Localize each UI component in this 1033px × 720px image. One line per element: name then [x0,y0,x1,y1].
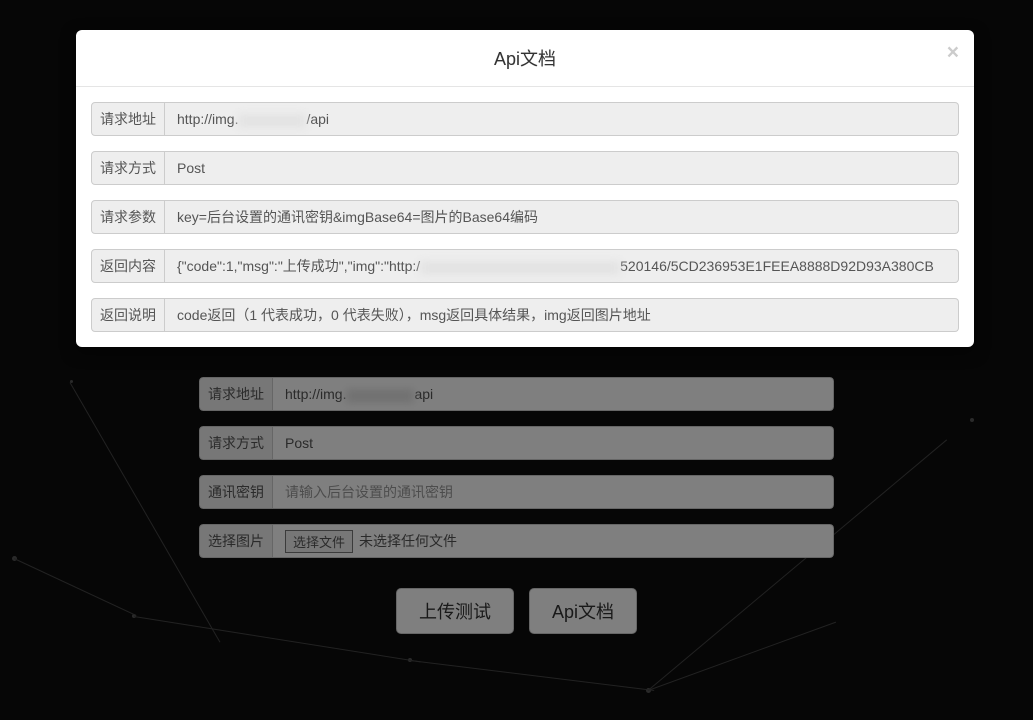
modal-field-request-params: key=后台设置的通讯密钥&imgBase64=图片的Base64编码 [165,200,959,234]
modal-label-request-params: 请求参数 [91,200,165,234]
modal-label-response-content: 返回内容 [91,249,165,283]
modal-row-request-url: 请求地址 http://img. /api [91,102,959,136]
modal-redacted-host [238,114,306,128]
modal-label-request-url: 请求地址 [91,102,165,136]
api-doc-modal: Api文档 × 请求地址 http://img. /api 请求方式 Post 请… [76,30,974,347]
modal-field-request-url: http://img. /api [165,102,959,136]
modal-row-request-method: 请求方式 Post [91,151,959,185]
modal-row-response-content: 返回内容 {"code":1,"msg":"上传成功","img":"http:… [91,249,959,283]
modal-field-response-desc: code返回（1 代表成功，0 代表失败），msg返回具体结果，img返回图片地… [165,298,959,332]
modal-url-part-3: /api [306,111,329,127]
modal-row-request-params: 请求参数 key=后台设置的通讯密钥&imgBase64=图片的Base64编码 [91,200,959,234]
modal-field-request-method: Post [165,151,959,185]
modal-field-response-content: {"code":1,"msg":"上传成功","img":"http:/ 5201… [165,249,959,283]
modal-title: Api文档 [91,45,959,71]
modal-url-part-1: http://img. [177,111,238,127]
resp-part-1: {"code":1,"msg":"上传成功","img":"http:/ [177,256,420,276]
resp-part-3: 520146/5CD236953E1FEEA8888D92D93A380CB [620,258,934,274]
modal-body: 请求地址 http://img. /api 请求方式 Post 请求参数 key=… [76,87,974,347]
modal-header: Api文档 × [76,30,974,87]
modal-row-response-desc: 返回说明 code返回（1 代表成功，0 代表失败），msg返回具体结果，img… [91,298,959,332]
modal-label-request-method: 请求方式 [91,151,165,185]
close-icon[interactable]: × [947,42,959,63]
resp-redacted [420,261,620,275]
modal-label-response-desc: 返回说明 [91,298,165,332]
